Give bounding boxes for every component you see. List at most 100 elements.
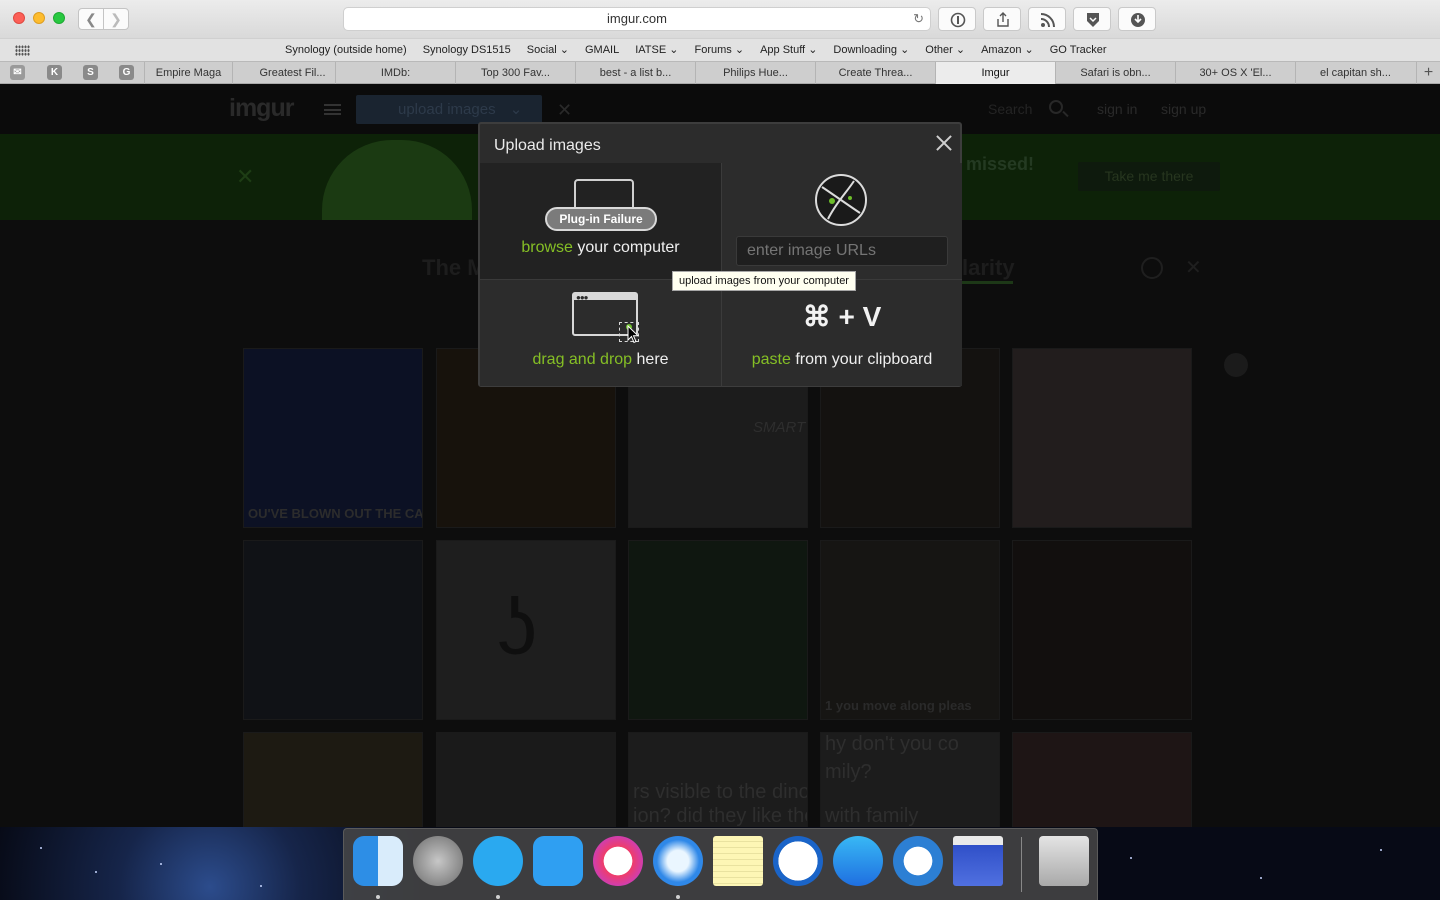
- random-icon[interactable]: ✕: [1185, 255, 1202, 280]
- sign-in-link[interactable]: sign in: [1097, 101, 1137, 117]
- thumb-caption: ion? did they like the: [633, 805, 808, 827]
- favorite-gmail[interactable]: GMAIL: [585, 39, 619, 62]
- thumb-caption: rs visible to the dinos: [633, 781, 808, 803]
- favorite-folder-other[interactable]: Other ⌄: [925, 39, 965, 62]
- search-icon[interactable]: [1049, 100, 1063, 114]
- close-window-button[interactable]: [13, 12, 25, 24]
- thumb-caption: SMART: [753, 419, 806, 436]
- pinned-tab-k[interactable]: K: [47, 65, 62, 80]
- chevron-down-icon: ⌄: [559, 44, 569, 56]
- mouse-pointer-icon: [627, 325, 640, 344]
- drag-label: drag and drop here: [480, 351, 721, 369]
- drag-label-rest: here: [632, 351, 669, 368]
- tab-empire[interactable]: Empire Maga: [144, 62, 232, 84]
- tab-safari[interactable]: Safari is obn...: [1055, 62, 1175, 84]
- notes-icon[interactable]: [713, 836, 763, 886]
- sign-up-link[interactable]: sign up: [1161, 101, 1206, 117]
- tab-top-300[interactable]: Top 300 Fav...: [455, 62, 575, 84]
- take-me-there-button[interactable]: Take me there: [1078, 162, 1220, 191]
- browse-computer-option[interactable]: Plug-in Failure browse your computer: [480, 163, 721, 279]
- new-tab-button[interactable]: +: [1416, 62, 1440, 84]
- finder-icon[interactable]: [353, 836, 403, 886]
- running-indicator: [676, 895, 680, 899]
- favorite-folder-forums[interactable]: Forums ⌄: [695, 39, 745, 62]
- favorite-folder-social[interactable]: Social ⌄: [527, 39, 569, 62]
- tab-philips-hue[interactable]: Philips Hue...: [695, 62, 815, 84]
- back-button[interactable]: ❮: [78, 8, 104, 30]
- share-button[interactable]: [983, 7, 1021, 31]
- downloads-icon: [1131, 13, 1145, 27]
- top-sites-grid-icon[interactable]: [15, 45, 30, 56]
- close-banner-icon[interactable]: ✕: [236, 164, 254, 190]
- password-button[interactable]: [938, 7, 976, 31]
- dock-separator: [1021, 837, 1022, 892]
- launchpad-icon[interactable]: [413, 836, 463, 886]
- favorite-synology-ds1515[interactable]: Synology DS1515: [423, 39, 511, 62]
- favorite-go-tracker[interactable]: GO Tracker: [1050, 39, 1107, 62]
- gallery-thumb[interactable]: [1012, 348, 1192, 528]
- reload-icon[interactable]: ↻: [913, 8, 924, 30]
- favorites-list: Synology (outside home) Synology DS1515 …: [285, 39, 1107, 62]
- running-indicator: [376, 895, 380, 899]
- tab-el-capitan[interactable]: el capitan sh...: [1295, 62, 1415, 84]
- menu-icon[interactable]: [324, 104, 341, 115]
- gallery-thumb[interactable]: [1012, 540, 1192, 720]
- fullscreen-window-button[interactable]: [53, 12, 65, 24]
- thumb-caption: hy don't you co: [825, 733, 959, 755]
- shuffle-icon[interactable]: ✕: [557, 100, 572, 121]
- network-radar-icon[interactable]: [893, 836, 943, 886]
- tab-imdb[interactable]: IMDb:: [335, 62, 455, 84]
- favorite-folder-app-stuff[interactable]: App Stuff ⌄: [760, 39, 817, 62]
- window-dots-icon: ●●●: [576, 293, 588, 302]
- running-indicator: [496, 895, 500, 899]
- forward-button[interactable]: ❯: [103, 8, 129, 30]
- downloads-button[interactable]: [1118, 7, 1156, 31]
- address-bar[interactable]: imgur.com ↻: [343, 7, 931, 31]
- tab-create-thread[interactable]: Create Threa...: [815, 62, 935, 84]
- tab-best-list[interactable]: best - a list b...: [575, 62, 695, 84]
- 1password-icon: [950, 12, 966, 28]
- thumb-face-glyph: ʖ: [497, 582, 537, 671]
- trash-icon[interactable]: [1039, 836, 1089, 886]
- clock-icon[interactable]: [1141, 257, 1163, 279]
- gallery-thumb[interactable]: ʖ: [436, 540, 616, 720]
- gallery-thumb[interactable]: [243, 540, 423, 720]
- favorite-synology-outside[interactable]: Synology (outside home): [285, 39, 407, 62]
- rss-button[interactable]: [1028, 7, 1066, 31]
- gallery-headline-right: larity: [962, 255, 1015, 280]
- 1password-dock-icon[interactable]: [773, 836, 823, 886]
- upload-images-button[interactable]: upload images ⌄: [356, 95, 542, 124]
- comment-icon[interactable]: [1224, 353, 1248, 377]
- imgur-logo[interactable]: imgur: [229, 94, 294, 123]
- pinned-tab-mail-icon[interactable]: ✉: [10, 65, 25, 80]
- gallery-thumb[interactable]: OU'VE BLOWN OUT THE CANDLE: [243, 348, 423, 528]
- image-url-input[interactable]: [736, 236, 948, 266]
- safari-icon[interactable]: [653, 836, 703, 886]
- favorite-folder-downloading[interactable]: Downloading ⌄: [833, 39, 909, 62]
- close-icon[interactable]: [934, 133, 954, 153]
- upload-modal: Upload images Plug-in Failure browse you…: [478, 122, 962, 387]
- preview-window-icon[interactable]: [953, 836, 1003, 886]
- banner-text: missed!: [966, 154, 1035, 174]
- itunes-icon[interactable]: [593, 836, 643, 886]
- favorite-folder-iatse[interactable]: IATSE ⌄: [635, 39, 678, 62]
- favorites-bar: Synology (outside home) Synology DS1515 …: [0, 38, 1440, 61]
- favorite-folder-amazon[interactable]: Amazon ⌄: [981, 39, 1034, 62]
- tweetbot-icon[interactable]: [533, 836, 583, 886]
- tab-imgur[interactable]: Imgur: [935, 62, 1055, 84]
- search-field[interactable]: Search: [988, 101, 1032, 117]
- tab-os-x[interactable]: 30+ OS X 'El...: [1175, 62, 1295, 84]
- tab-greatest-films[interactable]: Greatest Fil...: [232, 62, 352, 84]
- pocket-button[interactable]: [1073, 7, 1111, 31]
- app-store-icon[interactable]: [833, 836, 883, 886]
- messages-icon[interactable]: [473, 836, 523, 886]
- minimize-window-button[interactable]: [33, 12, 45, 24]
- pinned-tab-s[interactable]: S: [83, 65, 98, 80]
- paste-shortcut-keys: ⌘ + V: [802, 301, 882, 332]
- drag-drop-option[interactable]: ●●● drag and drop here: [480, 279, 721, 386]
- pinned-tab-g[interactable]: G: [119, 65, 134, 80]
- tab-bar: ✉ K S G Empire Maga Greatest Fil... IMDb…: [0, 61, 1440, 84]
- gallery-thumb[interactable]: 1 you move along pleas: [820, 540, 1000, 720]
- gallery-thumb[interactable]: [628, 540, 808, 720]
- paste-clipboard-option[interactable]: ⌘ + V paste from your clipboard: [722, 279, 962, 386]
